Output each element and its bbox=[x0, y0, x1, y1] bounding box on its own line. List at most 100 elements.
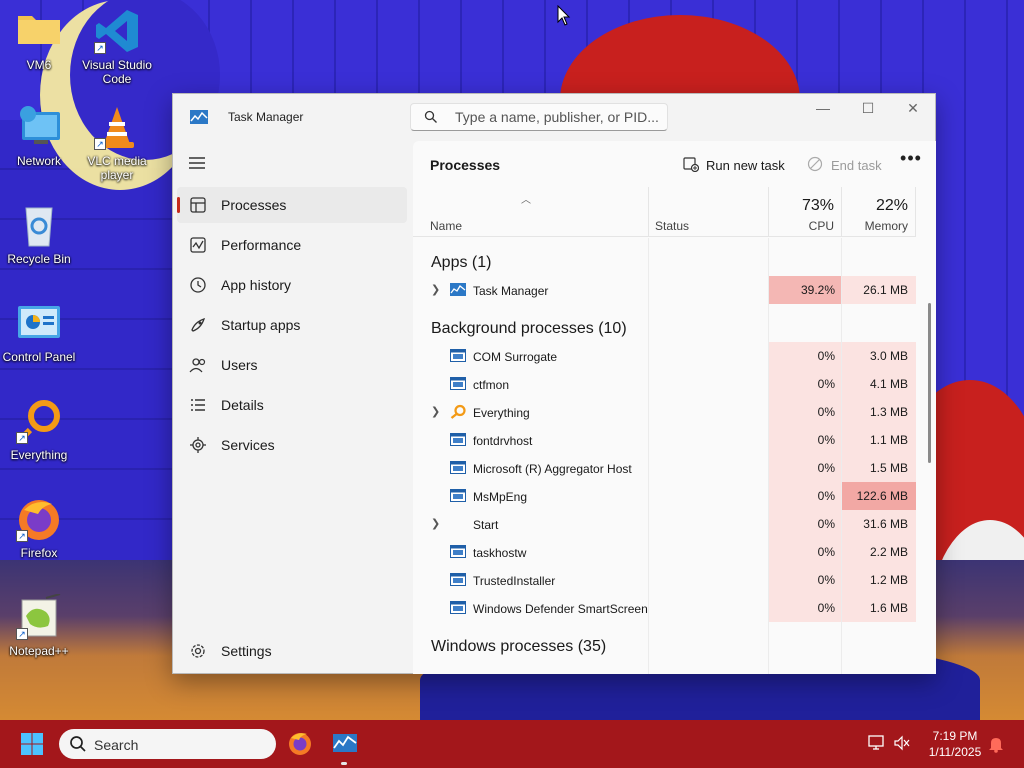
nav-item-users[interactable]: Users bbox=[177, 347, 407, 383]
process-cpu: 0% bbox=[769, 538, 841, 566]
search-input[interactable] bbox=[455, 108, 660, 126]
nav-item-details[interactable]: Details bbox=[177, 387, 407, 423]
nav-label: Details bbox=[221, 397, 264, 413]
shortcut-arrow-icon: ↗ bbox=[94, 138, 106, 150]
taskbar: Search 7:19 PM 1/11/2025 bbox=[0, 720, 1024, 768]
maximize-button[interactable]: ☐ bbox=[845, 94, 891, 124]
process-name: Start bbox=[473, 518, 499, 532]
taskbar-search-label: Search bbox=[94, 737, 139, 753]
network-tray-icon[interactable] bbox=[868, 735, 886, 751]
volume-muted-icon[interactable] bbox=[893, 735, 911, 751]
desktop-icon-vscode[interactable]: ↗ Visual Studio Code bbox=[78, 8, 156, 86]
process-row[interactable]: ❯ Task Manager 39.2% 26.1 MB bbox=[413, 276, 916, 304]
desktop-icon-notepadpp[interactable]: ↗ Notepad++ bbox=[0, 593, 78, 658]
process-cpu: 0% bbox=[769, 482, 841, 510]
nav-label: Startup apps bbox=[221, 317, 301, 333]
shortcut-arrow-icon: ↗ bbox=[16, 530, 28, 542]
nav-label: Settings bbox=[221, 643, 272, 659]
desktop-icon-recycle-bin[interactable]: Recycle Bin bbox=[0, 202, 78, 266]
hamburger-menu-icon[interactable] bbox=[188, 156, 206, 170]
process-cpu: 39.2% bbox=[769, 276, 841, 304]
close-button[interactable]: ✕ bbox=[890, 94, 936, 124]
process-row[interactable]: ❯ Everything 0% 1.3 MB bbox=[413, 398, 916, 426]
process-row[interactable]: fontdrvhost 0% 1.1 MB bbox=[413, 426, 916, 454]
nav-label: Services bbox=[221, 437, 275, 453]
search-box[interactable] bbox=[410, 103, 668, 131]
window-title: Task Manager bbox=[228, 110, 304, 124]
desktop-icon-everything[interactable]: ↗ Everything bbox=[0, 398, 78, 462]
expand-chevron-icon[interactable]: ❯ bbox=[431, 283, 440, 296]
process-row[interactable]: TrustedInstaller 0% 1.2 MB bbox=[413, 566, 916, 594]
desktop-icon-control-panel[interactable]: Control Panel bbox=[0, 300, 78, 364]
active-indicator bbox=[177, 197, 180, 213]
process-name: TrustedInstaller bbox=[473, 574, 556, 588]
minimize-button[interactable]: — bbox=[800, 94, 846, 124]
history-icon bbox=[190, 277, 206, 293]
process-cpu: 0% bbox=[769, 398, 841, 426]
window-app-icon bbox=[450, 377, 466, 390]
nav-item-services[interactable]: Services bbox=[177, 427, 407, 463]
column-header-cpu[interactable]: CPU bbox=[768, 219, 834, 233]
desktop-icon-network[interactable]: Network bbox=[0, 104, 78, 168]
gear-icon bbox=[191, 644, 205, 658]
process-row[interactable]: Windows Defender SmartScreen 0% 1.6 MB bbox=[413, 594, 916, 622]
more-options-button[interactable]: ••• bbox=[899, 149, 923, 175]
task-manager-app-icon bbox=[450, 283, 466, 296]
firefox-icon[interactable] bbox=[287, 730, 313, 756]
notepadpp-icon: ↗ bbox=[16, 593, 62, 640]
process-memory: 31.6 MB bbox=[842, 510, 916, 538]
desktop-icon-label: VM6 bbox=[26, 58, 52, 72]
group-header-background: Background processes (10) bbox=[431, 320, 627, 337]
process-memory: 1.3 MB bbox=[842, 398, 916, 426]
shortcut-arrow-icon: ↗ bbox=[94, 42, 106, 54]
system-clock[interactable]: 7:19 PM 1/11/2025 bbox=[920, 728, 990, 760]
end-task-button[interactable]: End task bbox=[805, 150, 885, 178]
run-new-task-label: Run new task bbox=[706, 158, 785, 173]
expand-chevron-icon[interactable]: ❯ bbox=[431, 517, 440, 530]
taskbar-search-box[interactable]: Search bbox=[59, 729, 276, 759]
run-new-task-button[interactable]: Run new task bbox=[681, 150, 791, 178]
nav-item-app-history[interactable]: App history bbox=[177, 267, 407, 303]
clock-time: 7:19 PM bbox=[932, 729, 978, 743]
performance-icon bbox=[190, 237, 206, 253]
desktop-icon-label: Control Panel bbox=[2, 350, 76, 364]
process-row[interactable]: Microsoft (R) Aggregator Host 0% 1.5 MB bbox=[413, 454, 916, 482]
nav-item-settings[interactable]: Settings bbox=[177, 633, 407, 669]
nav-item-processes[interactable]: Processes bbox=[177, 187, 407, 223]
group-header-apps: Apps (1) bbox=[431, 254, 492, 271]
column-header-memory[interactable]: Memory bbox=[843, 219, 908, 233]
process-row[interactable]: MsMpEng 0% 122.6 MB bbox=[413, 482, 916, 510]
process-cpu: 0% bbox=[769, 566, 841, 594]
process-name: Task Manager bbox=[473, 284, 549, 298]
window-app-icon bbox=[450, 433, 466, 446]
process-memory: 122.6 MB bbox=[842, 482, 916, 510]
process-cpu: 0% bbox=[769, 454, 841, 482]
vertical-scrollbar[interactable] bbox=[928, 303, 931, 463]
process-memory: 4.1 MB bbox=[842, 370, 916, 398]
process-row[interactable]: ❯ Start 0% 31.6 MB bbox=[413, 510, 916, 538]
sort-ascending-icon[interactable]: ︿ bbox=[521, 191, 531, 206]
desktop-icon-vlc[interactable]: ↗ VLC media player bbox=[78, 104, 156, 182]
clock-date: 1/11/2025 bbox=[928, 745, 982, 759]
processes-icon bbox=[190, 197, 206, 213]
task-manager-taskbar-icon[interactable] bbox=[332, 730, 358, 756]
expand-chevron-icon[interactable]: ❯ bbox=[431, 405, 440, 418]
desktop-icon-vm6[interactable]: VM6 bbox=[0, 8, 78, 72]
notification-bell-icon[interactable] bbox=[988, 735, 1004, 753]
nav-item-performance[interactable]: Performance bbox=[177, 227, 407, 263]
column-header-status[interactable]: Status bbox=[655, 219, 689, 233]
desktop-icon-label: Visual Studio Code bbox=[82, 58, 152, 86]
process-row[interactable]: ctfmon 0% 4.1 MB bbox=[413, 370, 916, 398]
content-header: Processes Run new task End task ••• bbox=[413, 141, 936, 187]
desktop-icon-label: Everything bbox=[10, 448, 68, 462]
process-row[interactable]: taskhostw 0% 2.2 MB bbox=[413, 538, 916, 566]
processes-panel: Processes Run new task End task ••• ︿ Na… bbox=[413, 141, 936, 674]
desktop-icon-firefox[interactable]: ↗ Firefox bbox=[0, 496, 78, 560]
nav-item-startup-apps[interactable]: Startup apps bbox=[177, 307, 407, 343]
run-task-icon bbox=[683, 157, 699, 172]
process-row[interactable]: COM Surrogate 0% 3.0 MB bbox=[413, 342, 916, 370]
windows-start-icon[interactable] bbox=[20, 732, 44, 756]
title-bar[interactable]: Task Manager — ☐ ✕ bbox=[173, 94, 935, 140]
column-header-name[interactable]: Name bbox=[430, 219, 462, 233]
process-memory: 1.5 MB bbox=[842, 454, 916, 482]
